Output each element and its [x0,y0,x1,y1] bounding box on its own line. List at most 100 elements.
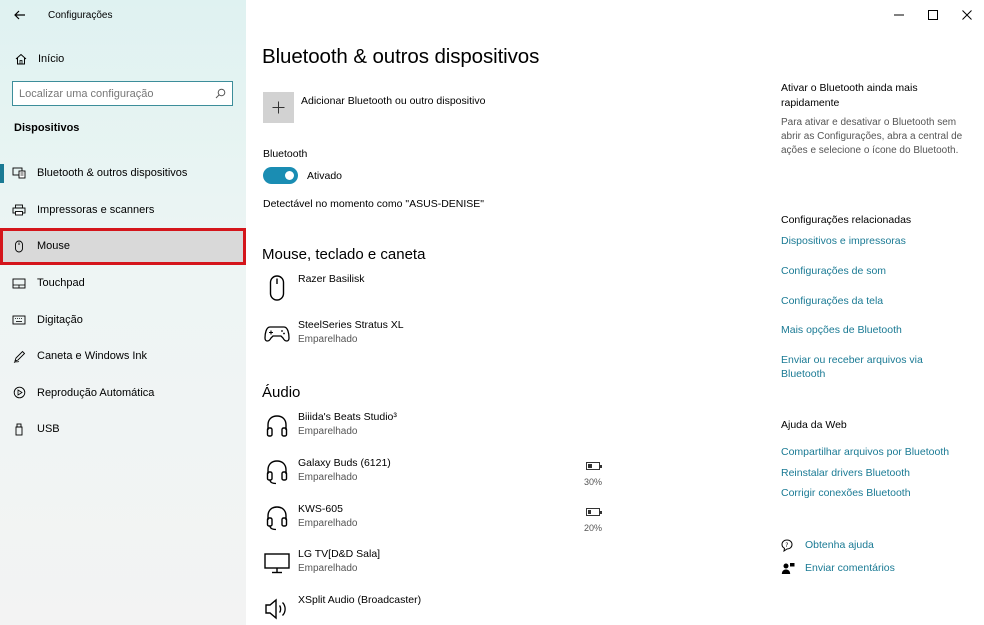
device-name: XSplit Audio (Broadcaster) [298,594,422,606]
device-name: Galaxy Buds (6121) [298,457,391,469]
sidebar-item-label: Mouse [37,240,71,253]
sidebar-item-label: Digitação [37,313,83,326]
back-arrow-icon [14,7,26,24]
sidebar-nav: Bluetooth & outros dispositivos Impresso… [0,155,246,448]
device-item[interactable]: LG TV[D&D Sala] Emparelhado [262,548,602,588]
sidebar-item-home[interactable]: Início [0,47,246,71]
headphones-icon [262,411,292,441]
sidebar-item-label: USB [37,423,60,436]
link-display-settings[interactable]: Configurações da tela [781,294,971,308]
search-icon[interactable] [208,88,232,99]
close-button[interactable] [950,0,984,30]
group-title-input: Mouse, teclado e caneta [262,246,426,263]
help-chat-icon: ? [781,537,799,553]
sidebar-item-label: Caneta e Windows Ink [37,350,148,363]
link-reinstall-drivers[interactable]: Reinstalar drivers Bluetooth [781,466,971,480]
device-status: Emparelhado [298,518,358,529]
quick-text: Para ativar e desativar o Bluetooth sem … [781,117,963,156]
sidebar-item-touchpad[interactable]: Touchpad [0,265,246,302]
headset-icon [262,457,292,487]
bluetooth-toggle[interactable] [263,167,298,184]
quick-title: Ativar o Bluetooth ainda mais rapidament… [781,82,918,109]
link-devices-printers[interactable]: Dispositivos e impressoras [781,234,971,248]
device-name: KWS-605 [298,503,343,515]
settings-window: Configurações Início Dispositivos Blueto… [0,0,984,625]
device-item[interactable]: Biiida's Beats Studio³ Emparelhado [262,411,602,451]
get-help-label: Obtenha ajuda [805,539,874,551]
touchpad-icon [0,278,37,289]
monitor-icon [262,548,292,578]
device-status: Emparelhado [298,426,358,437]
maximize-icon [928,8,938,23]
sidebar-item-label: Bluetooth & outros dispositivos [37,167,188,180]
autoplay-icon [0,386,37,399]
battery-indicator: 30% [580,457,606,487]
device-name: SteelSeries Stratus XL [298,319,404,331]
svg-text:?: ? [785,541,788,548]
device-status: Emparelhado [298,334,358,345]
main-content: Bluetooth & outros dispositivos Adiciona… [246,0,984,625]
page-title: Bluetooth & outros dispositivos [262,45,540,68]
sidebar-item-label: Reprodução Automática [37,386,155,399]
battery-percent: 30% [583,477,602,487]
link-send-receive-files[interactable]: Enviar ou receber arquivos via Bluetooth [781,353,956,381]
sidebar-item-pen[interactable]: Caneta e Windows Ink [0,338,246,375]
bluetooth-label: Bluetooth [263,148,308,160]
search-box[interactable] [12,81,233,106]
bluetooth-devices-icon [0,167,37,179]
maximize-button[interactable] [916,0,950,30]
app-title: Configurações [48,9,113,21]
send-feedback-link[interactable]: Enviar comentários [781,560,895,576]
headset-icon [262,503,292,533]
device-status: Emparelhado [298,472,358,483]
group-title-audio: Áudio [262,384,301,401]
battery-icon [586,508,602,516]
sidebar-item-usb[interactable]: USB [0,411,246,448]
device-name: LG TV[D&D Sala] [298,548,381,560]
link-share-files[interactable]: Compartilhar arquivos por Bluetooth [781,445,971,459]
sidebar-item-typing[interactable]: Digitação [0,301,246,338]
send-feedback-label: Enviar comentários [805,562,895,574]
bluetooth-toggle-row: Ativado [263,167,342,184]
link-fix-connections[interactable]: Corrigir conexões Bluetooth [781,486,971,500]
keyboard-icon [0,315,37,325]
close-icon [962,8,972,23]
feedback-icon [781,560,799,576]
device-item[interactable]: Razer Basilisk [262,273,602,313]
web-help-title: Ajuda da Web [781,419,847,431]
gamepad-icon [262,319,292,349]
toggle-state-label: Ativado [307,169,343,182]
device-item[interactable]: Galaxy Buds (6121) Emparelhado 30% [262,457,602,497]
device-status: Emparelhado [298,563,358,574]
sidebar: Configurações Início Dispositivos Blueto… [0,0,246,625]
add-device-button[interactable]: Adicionar Bluetooth ou outro dispositivo [263,92,485,123]
home-label: Início [38,53,65,65]
sidebar-item-label: Touchpad [37,277,85,290]
sidebar-item-bluetooth[interactable]: Bluetooth & outros dispositivos [0,155,246,192]
link-more-bluetooth[interactable]: Mais opções de Bluetooth [781,323,971,337]
device-item[interactable]: KWS-605 Emparelhado 20% [262,503,602,543]
usb-icon [0,423,37,436]
get-help-link[interactable]: ? Obtenha ajuda [781,537,874,553]
add-device-label: Adicionar Bluetooth ou outro dispositivo [301,95,486,107]
printer-icon [0,204,37,216]
search-input[interactable] [13,82,208,105]
link-sound-settings[interactable]: Configurações de som [781,264,971,278]
battery-icon [586,462,602,470]
minimize-button[interactable] [882,0,916,30]
device-item[interactable]: SteelSeries Stratus XL Emparelhado [262,319,602,359]
window-controls [882,0,984,30]
minimize-icon [894,8,904,23]
sidebar-item-printers[interactable]: Impressoras e scanners [0,192,246,229]
sidebar-item-autoplay[interactable]: Reprodução Automática [0,375,246,412]
device-item[interactable]: XSplit Audio (Broadcaster) [262,594,602,625]
mouse-icon [0,240,37,253]
back-button[interactable] [0,0,40,30]
discoverable-text: Detectável no momento como "ASUS-DENISE" [263,198,485,210]
titlebar: Configurações [0,0,246,30]
battery-percent: 20% [583,523,602,533]
device-name: Biiida's Beats Studio³ [298,411,397,423]
sidebar-item-mouse[interactable]: Mouse [0,228,246,265]
mouse-icon [262,273,292,303]
battery-indicator: 20% [580,503,606,533]
